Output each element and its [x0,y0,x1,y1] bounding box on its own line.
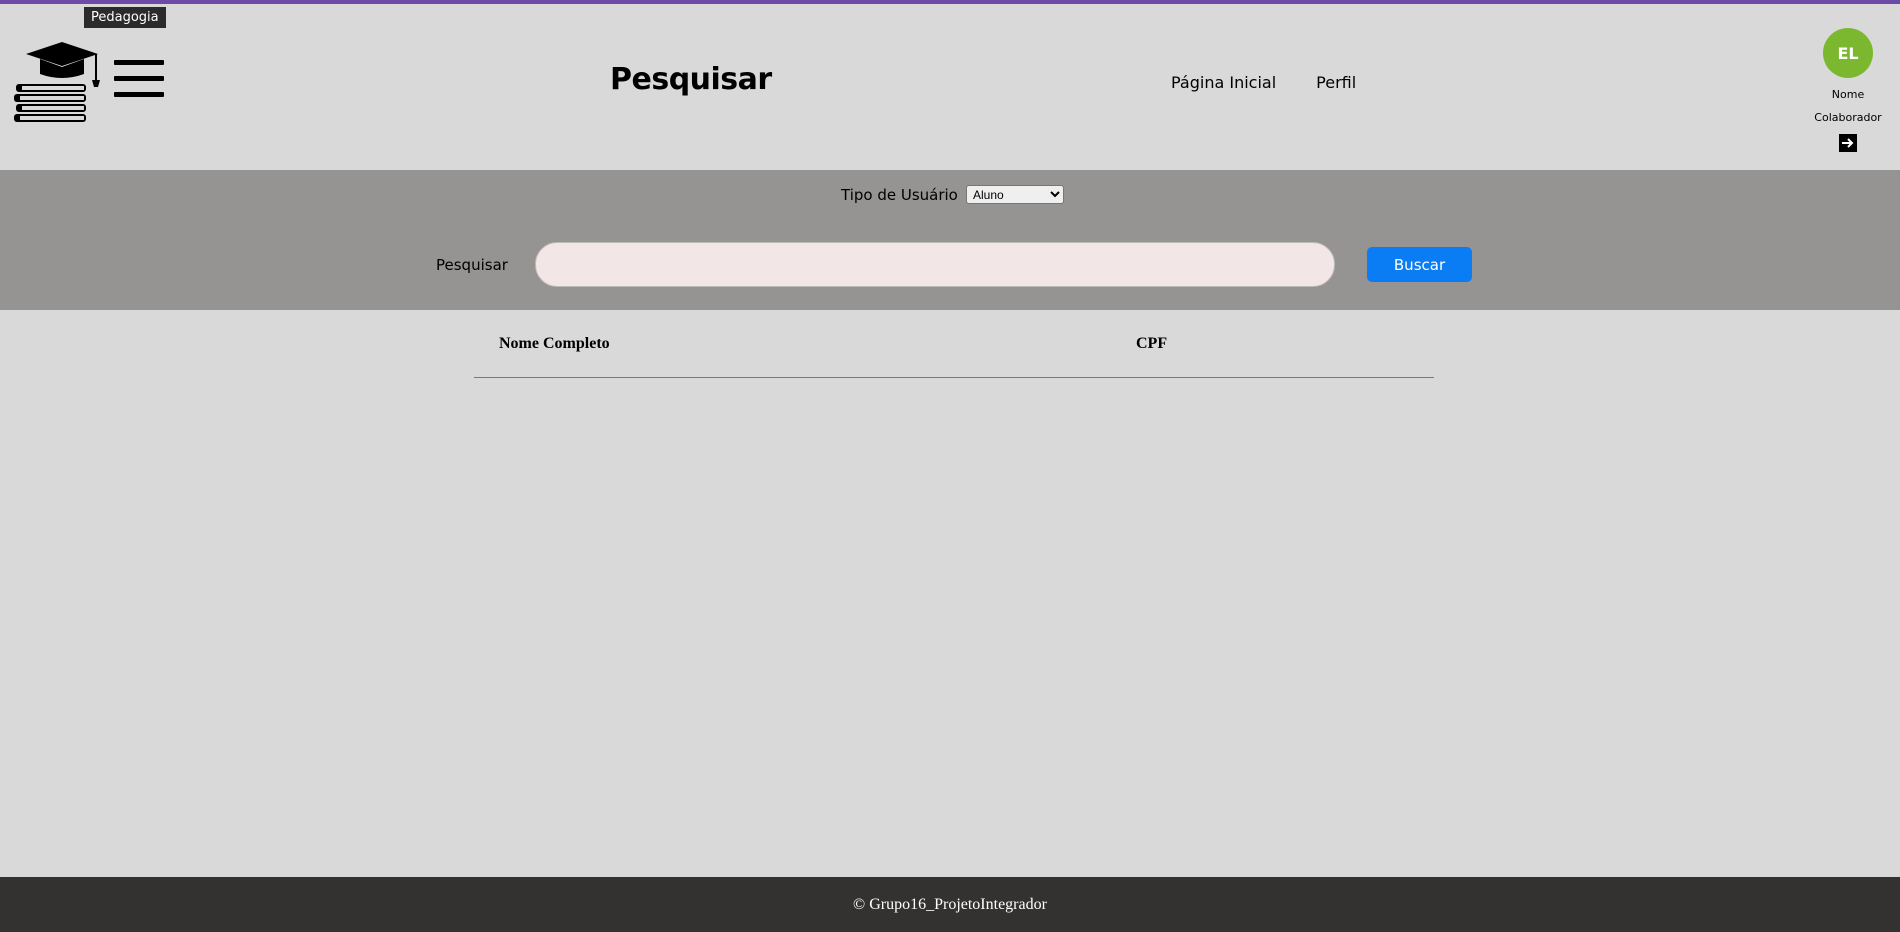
column-header-full-name: Nome Completo [499,334,610,352]
footer-copyright: © Grupo16_ProjetoIntegrador [853,895,1047,913]
nav-link-profile[interactable]: Perfil [1316,73,1356,92]
hamburger-menu-icon[interactable] [114,60,164,98]
search-button[interactable]: Buscar [1367,247,1472,282]
avatar[interactable]: EL [1823,28,1873,78]
search-label: Pesquisar [436,256,508,274]
logout-icon[interactable] [1839,134,1857,152]
tooltip: Pedagogia [84,7,166,28]
page-footer: © Grupo16_ProjetoIntegrador [0,877,1900,932]
graduation-books-logo-icon[interactable] [12,40,104,124]
column-header-cpf: CPF [1136,334,1168,352]
user-type-select[interactable]: Aluno [966,185,1064,204]
results-table: Nome Completo CPF [474,310,1434,378]
user-role: Colaborador [1814,111,1882,124]
user-panel: EL Nome Colaborador [1810,28,1886,156]
search-filter-bar: Tipo de Usuário Aluno Pesquisar Buscar [0,170,1900,310]
app-header: Pedagogia Pesquisar Página Inicial Perfi… [0,4,1900,170]
search-input[interactable] [535,242,1335,287]
main-nav: Página Inicial Perfil [1171,73,1356,92]
page-title: Pesquisar [610,62,772,97]
table-header-row: Nome Completo CPF [474,310,1434,378]
user-type-label: Tipo de Usuário [841,186,958,204]
nav-link-home[interactable]: Página Inicial [1171,73,1276,92]
user-name: Nome [1831,88,1865,101]
